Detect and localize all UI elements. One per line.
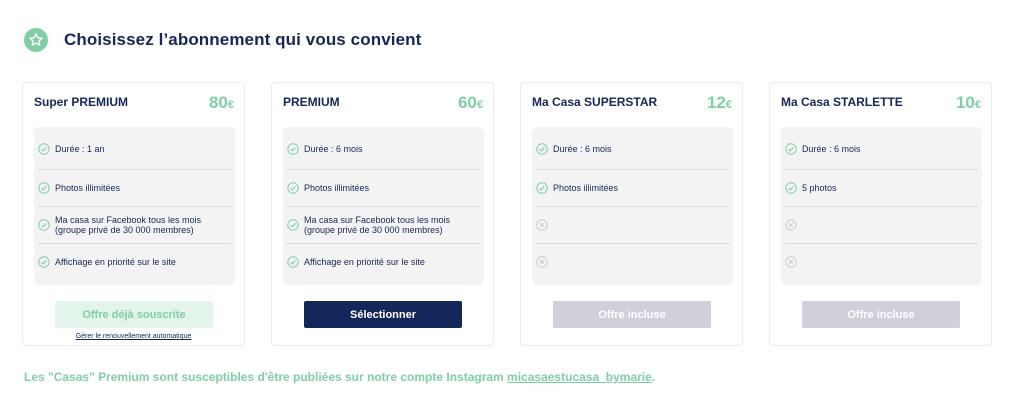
feature-text: Affichage en priorité sur le site xyxy=(304,256,425,267)
feature-text: Durée : 6 mois xyxy=(553,143,612,154)
plan-price: 10€ xyxy=(955,93,981,112)
check-circle-icon xyxy=(287,255,299,268)
feature-item: Ma casa sur Facebook tous les mois (grou… xyxy=(287,206,480,242)
check-circle-icon xyxy=(536,142,548,155)
included-button[interactable]: Offre incluse xyxy=(802,301,960,328)
check-circle-icon xyxy=(38,142,50,155)
feature-item: Affichage en priorité sur le site xyxy=(38,243,231,279)
plan-name: Ma Casa SUPERSTAR xyxy=(532,95,658,109)
feature-text: Durée : 1 an xyxy=(55,143,105,154)
footer-note: Les "Casas" Premium sont susceptibles d'… xyxy=(24,370,655,384)
page-title: Choisissez l’abonnement qui vous convien… xyxy=(64,30,422,49)
feature-item xyxy=(536,243,729,279)
check-circle-icon xyxy=(287,218,299,231)
feature-text: Ma casa sur Facebook tous les mois (grou… xyxy=(304,214,451,235)
check-circle-icon xyxy=(785,181,797,194)
select-button[interactable]: Sélectionner xyxy=(304,301,462,328)
feature-item: Durée : 6 mois xyxy=(287,135,480,162)
feature-item: Photos illimitées xyxy=(287,169,480,205)
check-circle-icon xyxy=(38,181,50,194)
feature-text: Affichage en priorité sur le site xyxy=(55,256,176,267)
check-circle-icon xyxy=(38,218,50,231)
plan-name: PREMIUM xyxy=(283,95,340,109)
feature-item: Photos illimitées xyxy=(38,169,231,205)
plan-card-premium: PREMIUM 60€ Durée : 6 mois Photos illimi… xyxy=(271,82,494,346)
plan-card-starlette: Ma Casa STARLETTE 10€ Durée : 6 mois 5 p… xyxy=(769,82,992,346)
included-button[interactable]: Offre incluse xyxy=(553,301,711,328)
plan-name: Ma Casa STARLETTE xyxy=(781,95,903,109)
cross-circle-icon xyxy=(536,218,548,231)
check-circle-icon xyxy=(287,142,299,155)
check-circle-icon xyxy=(38,255,50,268)
plan-price: 60€ xyxy=(457,93,483,112)
feature-item: Durée : 6 mois xyxy=(536,135,729,162)
feature-item: Durée : 6 mois xyxy=(785,135,978,162)
feature-text: Ma casa sur Facebook tous les mois (grou… xyxy=(55,214,202,235)
manage-renewal-link[interactable]: Gérer le renouvellement automatique xyxy=(23,333,244,340)
feature-text: Photos illimitées xyxy=(304,182,370,193)
feature-list: Durée : 6 mois 5 photos xyxy=(781,127,982,285)
feature-list: Durée : 6 mois Photos illimitées xyxy=(532,127,733,285)
check-circle-icon xyxy=(536,181,548,194)
feature-item: Photos illimitées xyxy=(536,169,729,205)
feature-item xyxy=(785,243,978,279)
instagram-link[interactable]: micasaestucasa_bymarie xyxy=(507,370,652,384)
check-circle-icon xyxy=(785,142,797,155)
plan-name: Super PREMIUM xyxy=(34,95,129,109)
feature-item xyxy=(785,206,978,242)
feature-item: 5 photos xyxy=(785,169,978,205)
cross-circle-icon xyxy=(785,218,797,231)
footer-text: Les "Casas" Premium sont susceptibles d'… xyxy=(24,370,508,384)
feature-text: Photos illimitées xyxy=(55,182,121,193)
check-circle-icon xyxy=(287,181,299,194)
star-icon xyxy=(24,28,48,52)
feature-text: Durée : 6 mois xyxy=(304,143,363,154)
feature-item: Durée : 1 an xyxy=(38,135,231,162)
plan-price: 80€ xyxy=(208,93,234,112)
cross-circle-icon xyxy=(785,255,797,268)
feature-text: Durée : 6 mois xyxy=(802,143,861,154)
footer-suffix: . xyxy=(651,370,656,384)
page-header: Choisissez l’abonnement qui vous convien… xyxy=(24,28,421,52)
feature-item: Affichage en priorité sur le site xyxy=(287,243,480,279)
feature-item: Ma casa sur Facebook tous les mois (grou… xyxy=(38,206,231,242)
subscribed-button[interactable]: Offre déjà souscrite xyxy=(55,301,213,328)
feature-text: 5 photos xyxy=(802,182,837,193)
plan-card-superstar: Ma Casa SUPERSTAR 12€ Durée : 6 mois Pho… xyxy=(520,82,743,346)
cross-circle-icon xyxy=(536,255,548,268)
plan-card-super-premium: Super PREMIUM 80€ Durée : 1 an Photos il… xyxy=(22,82,245,346)
feature-list: Durée : 6 mois Photos illimitées Ma casa… xyxy=(283,127,484,285)
feature-list: Durée : 1 an Photos illimitées Ma casa s… xyxy=(34,127,235,285)
feature-text: Photos illimitées xyxy=(553,182,619,193)
feature-item xyxy=(536,206,729,242)
plan-price: 12€ xyxy=(706,93,732,112)
